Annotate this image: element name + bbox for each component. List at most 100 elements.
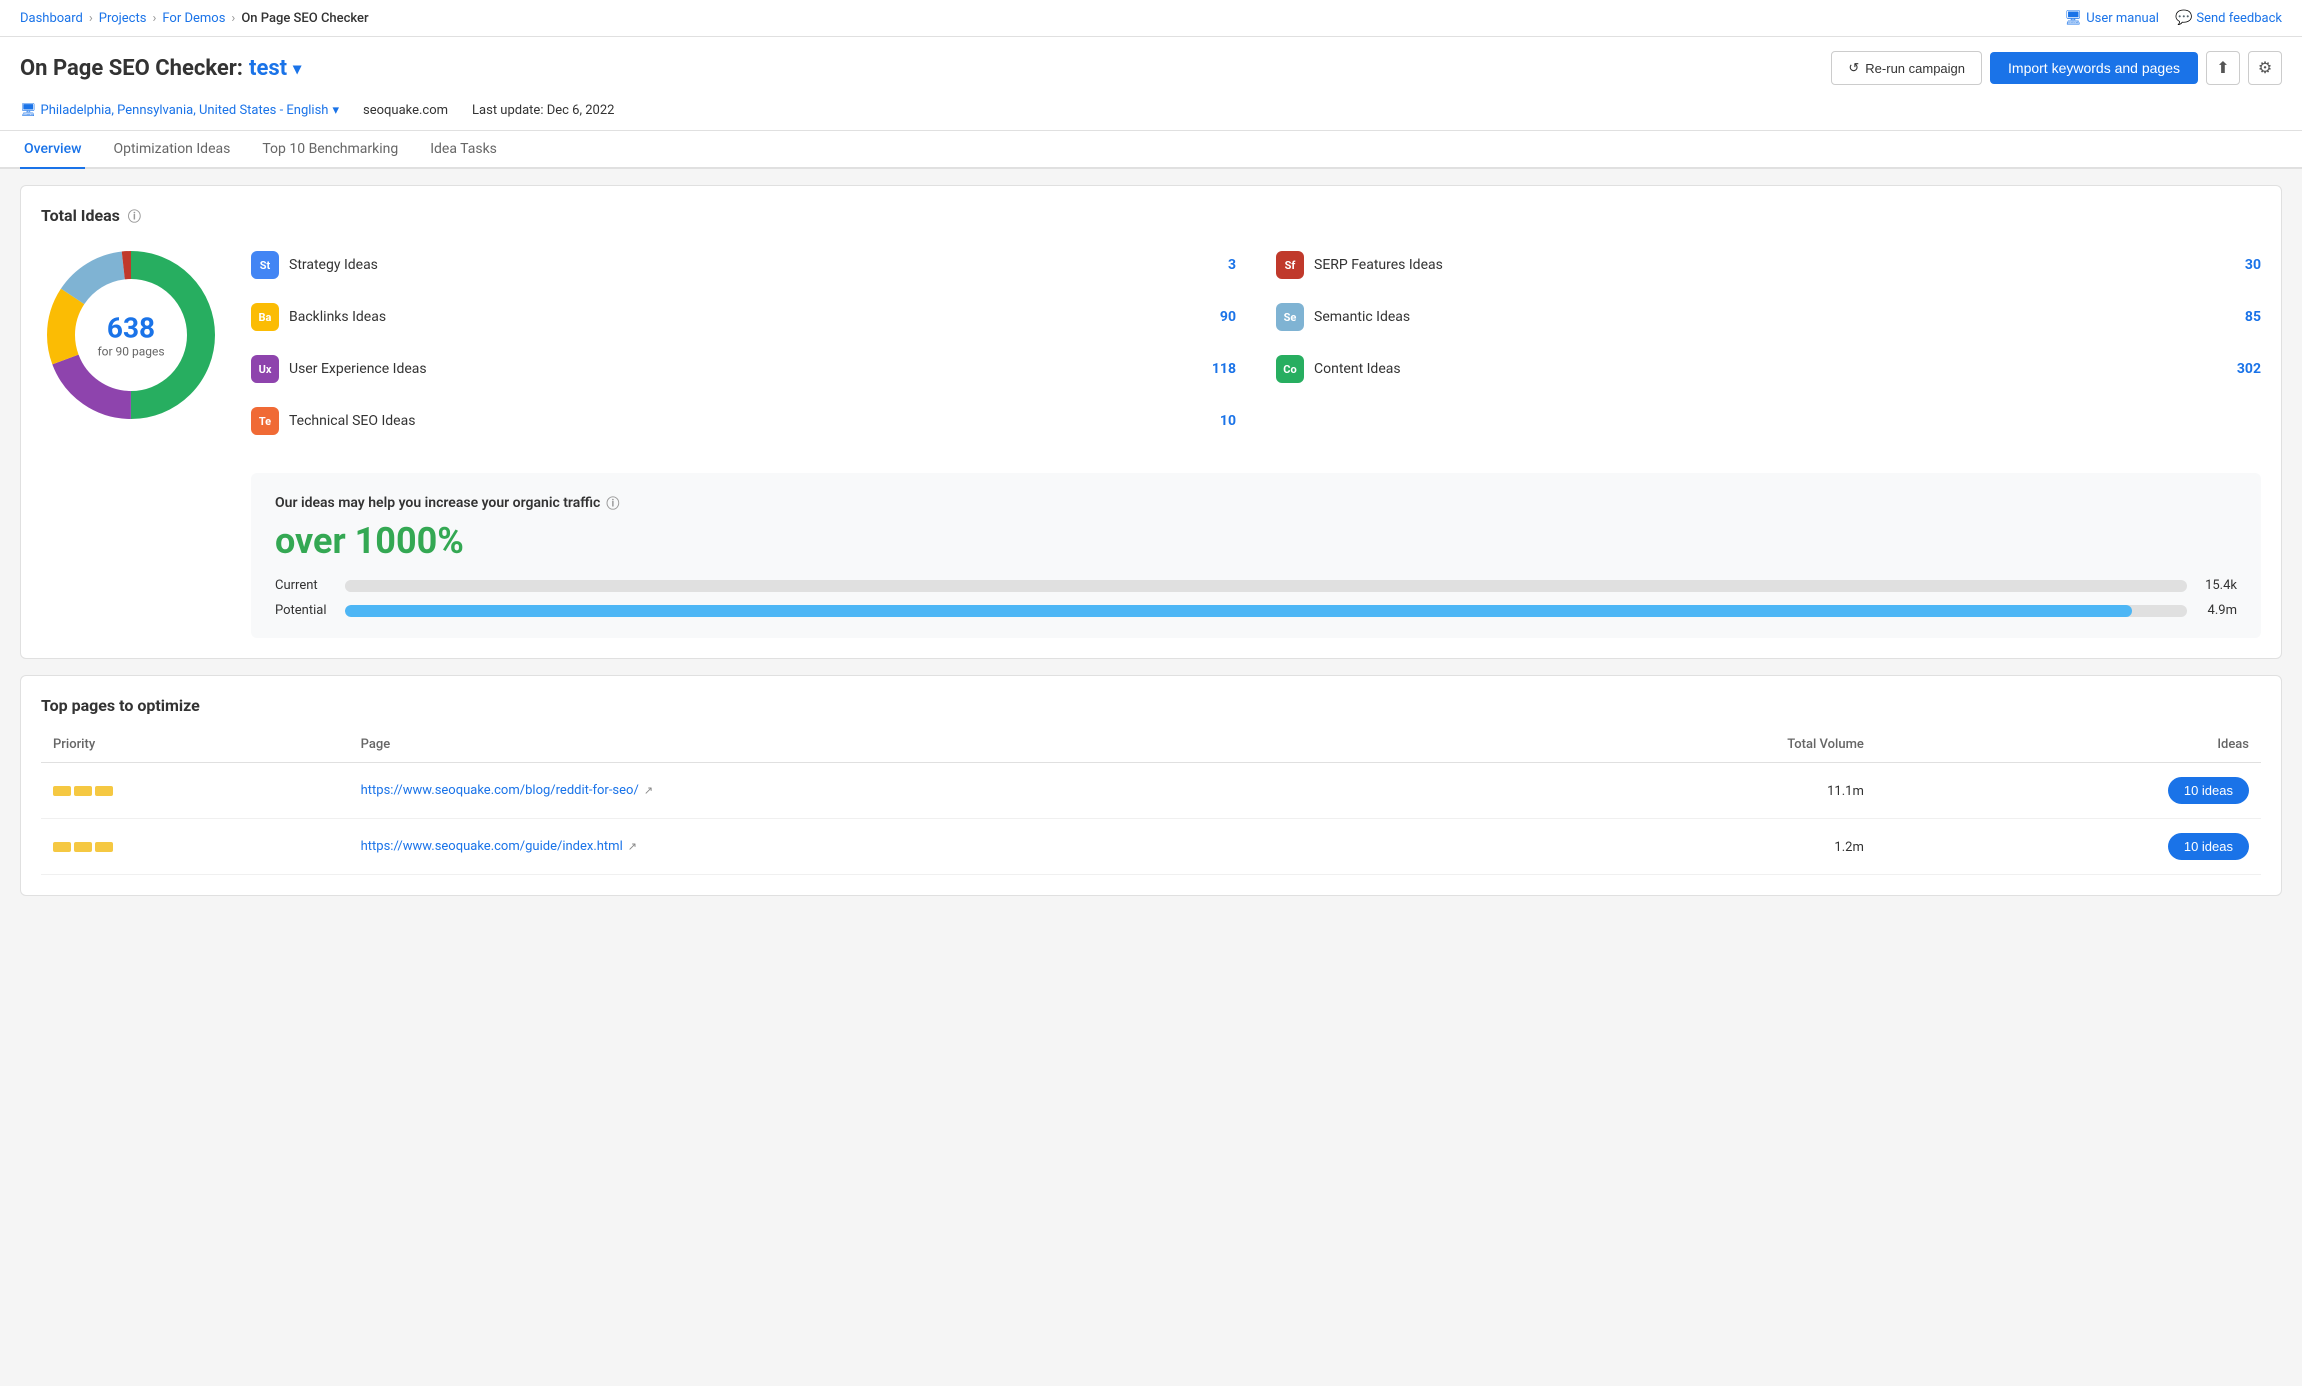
priority-bar (95, 842, 113, 852)
sub-header: 🖥 Philadelphia, Pennsylvania, United Sta… (0, 95, 2302, 131)
header-row: On Page SEO Checker: test ▾ ↺ Re-run cam… (0, 37, 2302, 95)
monitor-icon: 🖥 (2064, 10, 2082, 26)
semantic-count[interactable]: 85 (2231, 309, 2261, 325)
location-dropdown-icon: ▾ (332, 103, 339, 118)
strategy-name: Strategy Ideas (289, 257, 1196, 273)
traffic-box: Our ideas may help you increase your org… (251, 473, 2261, 638)
donut-label: for 90 pages (97, 345, 164, 359)
serp-name: SERP Features Ideas (1314, 257, 2221, 273)
backlinks-count[interactable]: 90 (1206, 309, 1236, 325)
page-link-2[interactable]: https://www.seoquake.com/guide/index.htm… (361, 839, 1496, 854)
idea-row-semantic: Se Semantic Ideas 85 (1276, 297, 2261, 337)
priority-bar (74, 786, 92, 796)
current-value: 15.4k (2197, 578, 2237, 593)
rerun-icon: ↺ (1848, 60, 1859, 76)
nav-tabs: Overview Optimization Ideas Top 10 Bench… (0, 131, 2302, 169)
row2-page: https://www.seoquake.com/guide/index.htm… (349, 819, 1508, 875)
location-link[interactable]: 🖥 Philadelphia, Pennsylvania, United Sta… (20, 103, 339, 118)
breadcrumb-projects[interactable]: Projects (99, 11, 147, 26)
domain-text: seoquake.com (363, 103, 448, 118)
header-buttons: ↺ Re-run campaign Import keywords and pa… (1831, 51, 2282, 85)
idea-row-serp: Sf SERP Features Ideas 30 (1276, 245, 2261, 285)
breadcrumb-for-demos[interactable]: For Demos (162, 11, 225, 26)
import-keywords-button[interactable]: Import keywords and pages (1990, 52, 2198, 84)
strategy-badge: St (251, 251, 279, 279)
row2-volume: 1.2m (1507, 819, 1875, 875)
tab-overview[interactable]: Overview (20, 131, 85, 169)
content-count[interactable]: 302 (2231, 361, 2261, 377)
title-prefix: On Page SEO Checker: (20, 56, 243, 81)
semantic-badge: Se (1276, 303, 1304, 331)
priority-bars-2 (53, 842, 337, 852)
table-header-row: Priority Page Total Volume Ideas (41, 727, 2261, 763)
traffic-bars: Current 15.4k Potential 4.9m (275, 578, 2237, 618)
col-ideas: Ideas (1876, 727, 2261, 763)
breadcrumb-current: On Page SEO Checker (241, 11, 368, 26)
donut-number: 638 (97, 312, 164, 345)
table-row: https://www.seoquake.com/blog/reddit-for… (41, 763, 2261, 819)
settings-button[interactable]: ⚙ (2248, 51, 2282, 85)
traffic-title: Our ideas may help you increase your org… (275, 493, 2237, 512)
priority-bar (95, 786, 113, 796)
gear-icon: ⚙ (2258, 58, 2272, 78)
export-icon: ⬆ (2216, 58, 2229, 78)
serp-badge: Sf (1276, 251, 1304, 279)
top-bar: Dashboard › Projects › For Demos › On Pa… (0, 0, 2302, 37)
export-button[interactable]: ⬆ (2206, 51, 2240, 85)
col-volume: Total Volume (1507, 727, 1875, 763)
technical-badge: Te (251, 407, 279, 435)
current-bar-fill (345, 580, 400, 592)
ideas-button-2[interactable]: 10 ideas (2168, 833, 2249, 860)
ux-name: User Experience Ideas (289, 361, 1196, 377)
tab-optimization-ideas[interactable]: Optimization Ideas (109, 131, 234, 169)
row1-page: https://www.seoquake.com/blog/reddit-for… (349, 763, 1508, 819)
table-row: https://www.seoquake.com/guide/index.htm… (41, 819, 2261, 875)
technical-name: Technical SEO Ideas (289, 413, 1196, 429)
tab-idea-tasks[interactable]: Idea Tasks (426, 131, 501, 169)
semantic-name: Semantic Ideas (1314, 309, 2221, 325)
ideas-button-1[interactable]: 10 ideas (2168, 777, 2249, 804)
rerun-campaign-button[interactable]: ↺ Re-run campaign (1831, 51, 1982, 85)
content-name: Content Ideas (1314, 361, 2221, 377)
backlinks-name: Backlinks Ideas (289, 309, 1196, 325)
donut-chart: 638 for 90 pages (41, 245, 221, 425)
potential-value: 4.9m (2197, 603, 2237, 618)
send-feedback-link[interactable]: 💬 Send feedback (2175, 10, 2282, 26)
breadcrumb-dashboard[interactable]: Dashboard (20, 11, 83, 26)
priority-bar (53, 786, 71, 796)
main-content: Total Ideas ⓘ (0, 169, 2302, 928)
strategy-count[interactable]: 3 (1206, 257, 1236, 273)
page-title: On Page SEO Checker: test ▾ (20, 56, 301, 81)
total-ideas-info-icon[interactable]: ⓘ (128, 206, 141, 225)
feedback-icon: 💬 (2175, 10, 2192, 26)
row1-ideas: 10 ideas (1876, 763, 2261, 819)
project-dropdown-icon[interactable]: ▾ (293, 59, 301, 78)
priority-bar (74, 842, 92, 852)
traffic-info-icon[interactable]: ⓘ (606, 493, 619, 512)
col-page: Page (349, 727, 1508, 763)
potential-bar-row: Potential 4.9m (275, 603, 2237, 618)
row1-priority (41, 763, 349, 819)
tab-top10-benchmarking[interactable]: Top 10 Benchmarking (258, 131, 402, 169)
idea-row-backlinks: Ba Backlinks Ideas 90 (251, 297, 1236, 337)
idea-row-technical: Te Technical SEO Ideas 10 (251, 401, 1236, 441)
row1-volume: 11.1m (1507, 763, 1875, 819)
project-name-link[interactable]: test (249, 56, 287, 81)
content-badge: Co (1276, 355, 1304, 383)
donut-center: 638 for 90 pages (97, 312, 164, 359)
potential-label: Potential (275, 603, 335, 618)
top-pages-title: Top pages to optimize (41, 696, 2261, 715)
pages-table: Priority Page Total Volume Ideas (41, 727, 2261, 875)
ux-count[interactable]: 118 (1206, 361, 1236, 377)
traffic-percent: over 1000% (275, 520, 2237, 562)
ideas-grid: St Strategy Ideas 3 Sf SERP Features Ide… (251, 245, 2261, 441)
page-link-1[interactable]: https://www.seoquake.com/blog/reddit-for… (361, 783, 1496, 798)
idea-row-strategy: St Strategy Ideas 3 (251, 245, 1236, 285)
location-pc-icon: 🖥 (20, 103, 37, 118)
serp-count[interactable]: 30 (2231, 257, 2261, 273)
backlinks-badge: Ba (251, 303, 279, 331)
current-bar-track (345, 580, 2187, 592)
user-manual-link[interactable]: 🖥 User manual (2064, 10, 2159, 26)
ux-badge: Ux (251, 355, 279, 383)
technical-count[interactable]: 10 (1206, 413, 1236, 429)
